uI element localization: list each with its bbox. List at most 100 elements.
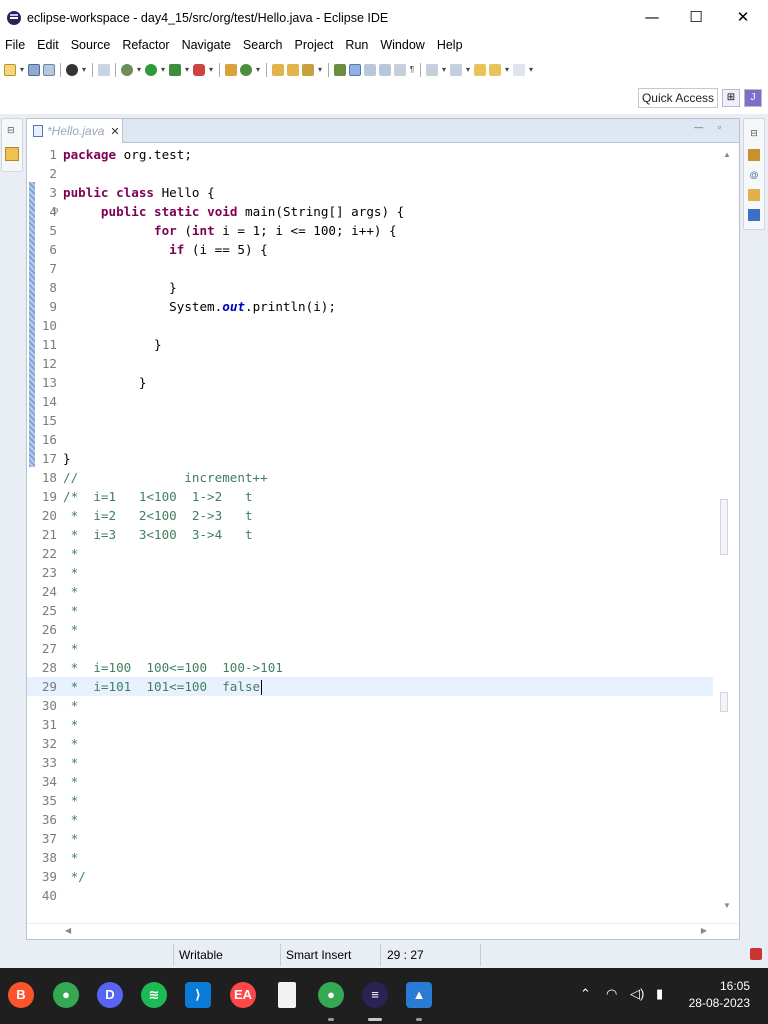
code-line[interactable]: 18 // increment++ bbox=[27, 468, 713, 487]
next-annotation-icon[interactable] bbox=[426, 64, 438, 76]
discord-icon[interactable]: D bbox=[97, 982, 123, 1008]
skip-breakpoints-icon[interactable] bbox=[98, 64, 110, 76]
code-line[interactable]: 33 * bbox=[27, 753, 713, 772]
volume-icon[interactable]: ◁) bbox=[630, 986, 644, 1002]
code-line[interactable]: 14 bbox=[27, 392, 713, 411]
chrome-profile-icon[interactable]: ● bbox=[318, 982, 344, 1008]
code-line[interactable]: 1 package org.test; bbox=[27, 145, 713, 164]
java-perspective-icon[interactable]: J bbox=[744, 89, 762, 107]
vscode-icon[interactable]: ⟩ bbox=[185, 982, 211, 1008]
task-list-icon[interactable] bbox=[748, 149, 760, 161]
code-line[interactable]: 22 * bbox=[27, 544, 713, 563]
code-line[interactable]: 25 * bbox=[27, 601, 713, 620]
code-line[interactable]: 2 bbox=[27, 164, 713, 183]
chevron-down-icon[interactable]: ▾ bbox=[255, 64, 261, 76]
code-line[interactable]: 21 * i=3 3<100 3->4 t bbox=[27, 525, 713, 544]
code-line[interactable]: 16 bbox=[27, 430, 713, 449]
menu-file[interactable]: File bbox=[0, 38, 31, 56]
chevron-down-icon[interactable]: ▾ bbox=[317, 64, 323, 76]
menu-search[interactable]: Search bbox=[237, 38, 289, 56]
scroll-left-icon[interactable]: ◀ bbox=[65, 926, 71, 935]
chevron-down-icon[interactable]: ▾ bbox=[184, 64, 190, 76]
chevron-down-icon[interactable]: ▾ bbox=[528, 64, 534, 76]
code-line[interactable]: 17} bbox=[27, 449, 713, 468]
spotify-icon[interactable]: ≋ bbox=[141, 982, 167, 1008]
code-line[interactable]: 10 bbox=[27, 316, 713, 335]
menu-run[interactable]: Run bbox=[339, 38, 374, 56]
run-icon[interactable] bbox=[145, 64, 157, 76]
package-explorer-icon[interactable] bbox=[5, 147, 19, 161]
chevron-down-icon[interactable]: ▾ bbox=[208, 64, 214, 76]
restore-icon[interactable]: ⊟ bbox=[7, 125, 15, 136]
chevron-down-icon[interactable]: ▾ bbox=[465, 64, 471, 76]
debug-icon[interactable] bbox=[121, 64, 133, 76]
scroll-down-icon[interactable]: ▼ bbox=[723, 901, 731, 910]
code-line[interactable]: 9 System.out.println(i); bbox=[27, 297, 713, 316]
code-line[interactable]: 13 } bbox=[27, 373, 713, 392]
chevron-down-icon[interactable]: ▾ bbox=[81, 64, 87, 76]
toggle-mark-occurrences-icon[interactable] bbox=[334, 64, 346, 76]
chevron-down-icon[interactable]: ▾ bbox=[136, 64, 142, 76]
chevron-up-icon[interactable]: ⌃ bbox=[580, 986, 591, 1002]
code-line-current[interactable]: 29 * i=101 101<=100 false bbox=[27, 677, 713, 696]
quick-access-field[interactable]: Quick Access bbox=[637, 88, 718, 108]
new-java-class-icon[interactable] bbox=[240, 64, 252, 76]
chevron-down-icon[interactable]: ▾ bbox=[160, 64, 166, 76]
last-edit-icon[interactable] bbox=[474, 64, 486, 76]
search-icon[interactable] bbox=[302, 64, 314, 76]
code-line[interactable]: 12 bbox=[27, 354, 713, 373]
new-java-package-icon[interactable] bbox=[225, 64, 237, 76]
code-line[interactable]: 3 public class Hello { bbox=[27, 183, 713, 202]
battery-icon[interactable]: ▮ bbox=[656, 986, 663, 1002]
code-line[interactable]: 7 bbox=[27, 259, 713, 278]
highlight-icon[interactable] bbox=[349, 64, 361, 76]
chevron-down-icon[interactable]: ▾ bbox=[19, 64, 25, 76]
chrome-icon[interactable]: ● bbox=[53, 982, 79, 1008]
code-line[interactable]: 5 for (int i = 1; i <= 100; i++) { bbox=[27, 221, 713, 240]
block-select-icon[interactable] bbox=[379, 64, 391, 76]
overview-marker[interactable] bbox=[720, 499, 728, 555]
previous-annotation-icon[interactable] bbox=[450, 64, 462, 76]
fold-toggle-icon[interactable]: ⊖ bbox=[53, 202, 58, 221]
file-icon[interactable] bbox=[278, 982, 296, 1008]
minimize-button[interactable]: — bbox=[637, 6, 667, 28]
menu-edit[interactable]: Edit bbox=[31, 38, 65, 56]
code-line[interactable]: 32 * bbox=[27, 734, 713, 753]
code-area[interactable]: 1 package org.test; 2 3 public class Hello {… bbox=[27, 144, 739, 924]
system-clock[interactable]: 16:05 28-08-2023 bbox=[689, 978, 750, 1012]
code-line[interactable]: 39 */ bbox=[27, 867, 713, 886]
horizontal-scrollbar[interactable]: ◀ ▶ bbox=[27, 923, 739, 939]
menu-source[interactable]: Source bbox=[65, 38, 117, 56]
open-perspective-icon[interactable]: ⊞ bbox=[722, 89, 740, 107]
maximize-button[interactable]: ☐ bbox=[681, 6, 711, 28]
tab-hello-java[interactable]: *Hello.java ✕ bbox=[27, 119, 123, 143]
open-type-icon[interactable] bbox=[272, 64, 284, 76]
brave-browser-icon[interactable]: B bbox=[8, 982, 34, 1008]
photos-icon[interactable]: ▲ bbox=[406, 982, 432, 1008]
close-icon[interactable]: ✕ bbox=[110, 125, 119, 138]
code-line[interactable]: 30 * bbox=[27, 696, 713, 715]
coverage-icon[interactable] bbox=[169, 64, 181, 76]
problems-icon[interactable] bbox=[748, 189, 760, 201]
minimize-maximize-icon[interactable]: — ▫ bbox=[694, 122, 727, 132]
code-line[interactable]: 8 } bbox=[27, 278, 713, 297]
code-line[interactable]: 26 * bbox=[27, 620, 713, 639]
debug-skip-icon[interactable] bbox=[66, 64, 78, 76]
save-icon[interactable] bbox=[28, 64, 40, 76]
overview-marker[interactable] bbox=[720, 692, 728, 712]
code-line[interactable]: 37 * bbox=[27, 829, 713, 848]
chevron-down-icon[interactable]: ▾ bbox=[441, 64, 447, 76]
code-line[interactable]: 36 * bbox=[27, 810, 713, 829]
code-line[interactable]: 23 * bbox=[27, 563, 713, 582]
word-wrap-icon[interactable] bbox=[364, 64, 376, 76]
external-tools-icon[interactable] bbox=[193, 64, 205, 76]
code-line[interactable]: 28 * i=100 100<=100 100->101 bbox=[27, 658, 713, 677]
code-line[interactable]: 4 ⊖ public static void main(String[] args… bbox=[27, 202, 713, 221]
wifi-icon[interactable]: ◠ bbox=[606, 986, 617, 1002]
vertical-scrollbar[interactable]: ▲ ▼ bbox=[717, 144, 739, 924]
menu-refactor[interactable]: Refactor bbox=[116, 38, 175, 56]
code-line[interactable]: 11 } bbox=[27, 335, 713, 354]
code-line[interactable]: 31 * bbox=[27, 715, 713, 734]
eclipse-icon[interactable]: ≡ bbox=[362, 982, 388, 1008]
restore-icon[interactable]: ⊟ bbox=[748, 127, 760, 139]
